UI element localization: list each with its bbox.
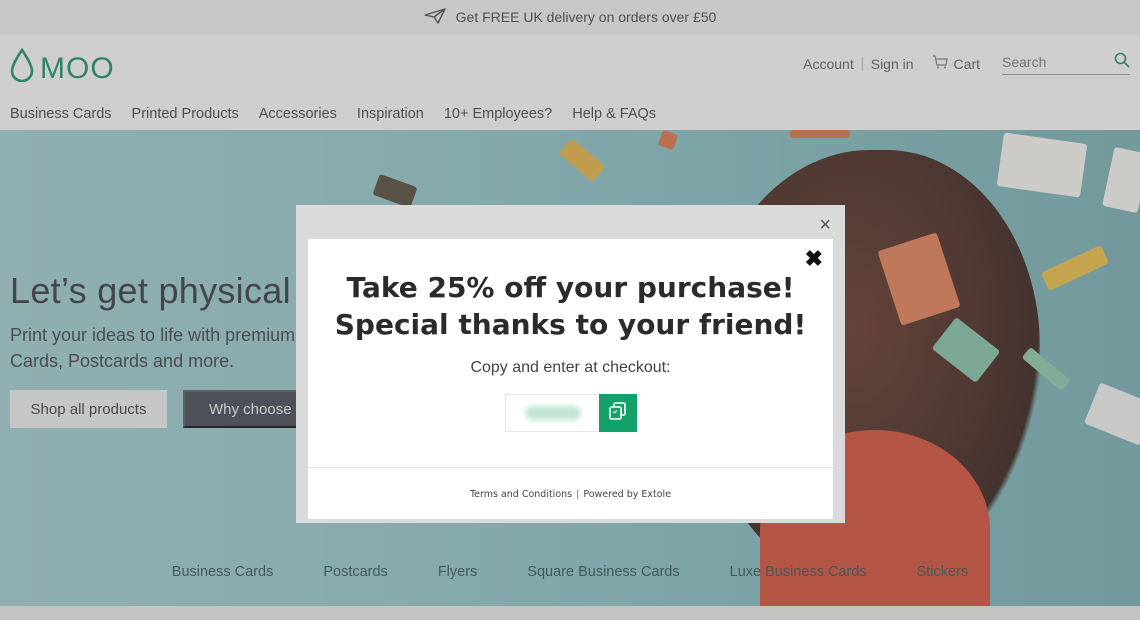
modal-divider xyxy=(308,467,833,468)
powered-by-text: Powered by Extole xyxy=(583,489,672,500)
page: Get FREE UK delivery on orders over £50 … xyxy=(0,0,1140,620)
headline-line-1: Take 25% off your purchase! xyxy=(346,271,795,304)
footer-separator: | xyxy=(576,489,580,500)
modal-footer: Terms and Conditions | Powered by Extole xyxy=(308,489,833,500)
terms-link[interactable]: Terms and Conditions xyxy=(470,489,572,500)
copy-instruction: Copy and enter at checkout: xyxy=(470,359,671,376)
coupon-code-blurred xyxy=(524,406,581,420)
headline-line-2: Special thanks to your friend! xyxy=(334,308,807,341)
outer-close-icon[interactable]: × xyxy=(819,215,831,235)
coupon-code-field[interactable] xyxy=(505,394,599,432)
referral-offer-modal: ✖ Take 25% off your purchase! Special th… xyxy=(308,239,833,519)
copy-icon xyxy=(608,401,628,426)
close-icon[interactable]: ✖ xyxy=(805,247,823,271)
offer-headline: Take 25% off your purchase! Special than… xyxy=(308,269,833,343)
copy-code-button[interactable] xyxy=(599,394,637,432)
